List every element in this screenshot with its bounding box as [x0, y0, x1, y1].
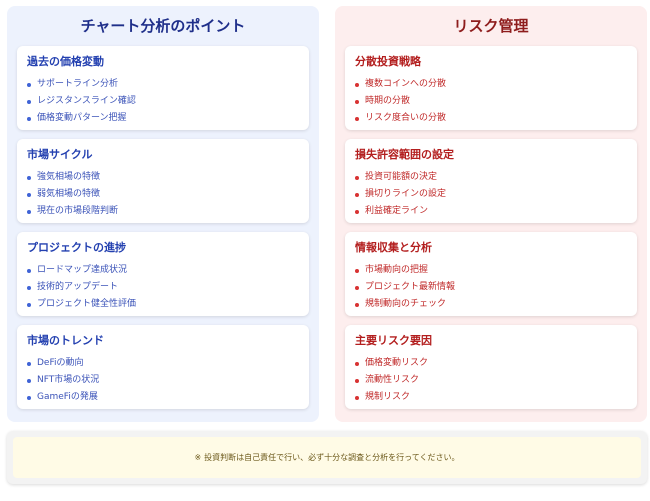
bullet-icon — [27, 82, 31, 87]
bullet-icon — [355, 82, 359, 87]
bullet-icon — [355, 99, 359, 104]
bullet-icon — [27, 285, 31, 290]
risk-management-title: リスク管理 — [453, 17, 529, 35]
list-item: リスク度合いの分散 — [355, 110, 627, 127]
list-item: サポートライン分析 — [27, 76, 299, 93]
card-information-gathering: 情報収集と分析 市場動向の把握 プロジェクト最新情報 規制動向のチェック — [345, 232, 637, 316]
card-project-progress: プロジェクトの進捗 ロードマップ達成状況 技術的アップデート プロジェクト健全性… — [17, 232, 309, 316]
list-item-label: レジスタンスライン確認 — [37, 96, 136, 106]
list-item: 利益確定ライン — [355, 203, 627, 220]
list-item: 現在の市場段階判断 — [27, 203, 299, 220]
bullet-icon — [355, 116, 359, 121]
card-title: プロジェクトの進捗 — [27, 241, 126, 254]
list-item-label: 投資可能額の決定 — [365, 172, 438, 182]
list-item: 複数コインへの分散 — [355, 76, 627, 93]
list-item-label: 価格変動リスク — [365, 358, 429, 368]
list-item-label: 流動性リスク — [365, 375, 420, 385]
risk-management-panel: リスク管理 分散投資戦略 複数コインへの分散 時期の分散 リスク度合いの分散 損… — [335, 6, 647, 422]
bullet-icon — [355, 285, 359, 290]
card-risk-factors: 主要リスク要因 価格変動リスク 流動性リスク 規制リスク — [345, 325, 637, 409]
list-item-label: DeFiの動向 — [37, 358, 84, 368]
list-item: 投資可能額の決定 — [355, 169, 627, 186]
card-market-trend: 市場のトレンド DeFiの動向 NFT市場の状況 GameFiの発展 — [17, 325, 309, 409]
list-item-label: 価格変動パターン把握 — [37, 113, 127, 123]
card-title: 分散投資戦略 — [355, 55, 421, 68]
list-item-label: 規制リスク — [365, 392, 411, 402]
chart-analysis-title: チャート分析のポイント — [80, 17, 246, 35]
list-item-label: サポートライン分析 — [37, 79, 119, 89]
bullet-icon — [27, 116, 31, 121]
list-item: 価格変動リスク — [355, 355, 627, 372]
bullet-icon — [27, 192, 31, 197]
list-item: NFT市場の状況 — [27, 372, 299, 389]
list-item-label: 規制動向のチェック — [365, 299, 447, 309]
list-item-label: 技術的アップデート — [37, 282, 119, 292]
list-item-label: プロジェクト健全性評価 — [37, 299, 137, 309]
list-item: 規制動向のチェック — [355, 296, 627, 313]
card-market-cycle: 市場サイクル 強気相場の特徴 弱気相場の特徴 現在の市場段階判断 — [17, 139, 309, 223]
bullet-icon — [27, 175, 31, 180]
list-item-label: 利益確定ライン — [365, 206, 429, 216]
bullet-icon — [355, 395, 359, 400]
list-item-label: GameFiの発展 — [37, 392, 98, 402]
list-item-label: 市場動向の把握 — [365, 265, 429, 275]
list-item-label: 複数コインへの分散 — [365, 79, 447, 89]
bullet-icon — [355, 361, 359, 366]
bullet-icon — [355, 378, 359, 383]
bullet-icon — [355, 302, 359, 307]
list-item: レジスタンスライン確認 — [27, 93, 299, 110]
bullet-icon — [27, 209, 31, 214]
chart-analysis-panel: チャート分析のポイント 過去の価格変動 サポートライン分析 レジスタンスライン確… — [7, 6, 319, 422]
bullet-icon — [355, 209, 359, 214]
card-title: 主要リスク要因 — [355, 334, 432, 347]
disclaimer-text: 投資判断は自己責任で行い、必ず十分な調査と分析を行ってください。 — [204, 453, 460, 462]
card-diversification: 分散投資戦略 複数コインへの分散 時期の分散 リスク度合いの分散 — [345, 46, 637, 130]
bullet-icon — [355, 192, 359, 197]
reference-mark-icon: ※ — [194, 453, 202, 462]
list-item: 損切りラインの設定 — [355, 186, 627, 203]
card-loss-tolerance: 損失許容範囲の設定 投資可能額の決定 損切りラインの設定 利益確定ライン — [345, 139, 637, 223]
card-title: 過去の価格変動 — [27, 55, 104, 68]
list-item-label: 弱気相場の特徴 — [37, 189, 101, 199]
bullet-icon — [27, 361, 31, 366]
list-item: DeFiの動向 — [27, 355, 299, 372]
bullet-icon — [27, 395, 31, 400]
bullet-icon — [355, 175, 359, 180]
list-item: 弱気相場の特徴 — [27, 186, 299, 203]
list-item: プロジェクト健全性評価 — [27, 296, 299, 313]
list-item-label: リスク度合いの分散 — [365, 113, 447, 123]
list-item: ロードマップ達成状況 — [27, 262, 299, 279]
card-title: 情報収集と分析 — [355, 241, 432, 254]
list-item-label: プロジェクト最新情報 — [365, 282, 456, 292]
list-item: 技術的アップデート — [27, 279, 299, 296]
card-title: 市場のトレンド — [27, 334, 104, 347]
list-item-label: 現在の市場段階判断 — [37, 206, 119, 216]
card-title: 市場サイクル — [27, 148, 93, 161]
list-item: 時期の分散 — [355, 93, 627, 110]
list-item: 流動性リスク — [355, 372, 627, 389]
bullet-icon — [27, 268, 31, 273]
bullet-icon — [27, 302, 31, 307]
list-item: 強気相場の特徴 — [27, 169, 299, 186]
list-item: 市場動向の把握 — [355, 262, 627, 279]
list-item-label: 時期の分散 — [365, 96, 411, 106]
bullet-icon — [27, 99, 31, 104]
bullet-icon — [27, 378, 31, 383]
list-item-label: NFT市場の状況 — [37, 375, 100, 385]
disclaimer-box: ※ 投資判断は自己責任で行い、必ず十分な調査と分析を行ってください。 — [7, 431, 647, 484]
list-item-label: ロードマップ達成状況 — [37, 265, 128, 275]
list-item-label: 強気相場の特徴 — [37, 172, 101, 182]
list-item-label: 損切りラインの設定 — [365, 189, 447, 199]
disclaimer-notice: ※ 投資判断は自己責任で行い、必ず十分な調査と分析を行ってください。 — [13, 437, 641, 478]
card-price-history: 過去の価格変動 サポートライン分析 レジスタンスライン確認 価格変動パターン把握 — [17, 46, 309, 130]
list-item: プロジェクト最新情報 — [355, 279, 627, 296]
list-item: 価格変動パターン把握 — [27, 110, 299, 127]
bullet-icon — [355, 268, 359, 273]
list-item: GameFiの発展 — [27, 389, 299, 406]
list-item: 規制リスク — [355, 389, 627, 406]
card-title: 損失許容範囲の設定 — [355, 148, 454, 161]
